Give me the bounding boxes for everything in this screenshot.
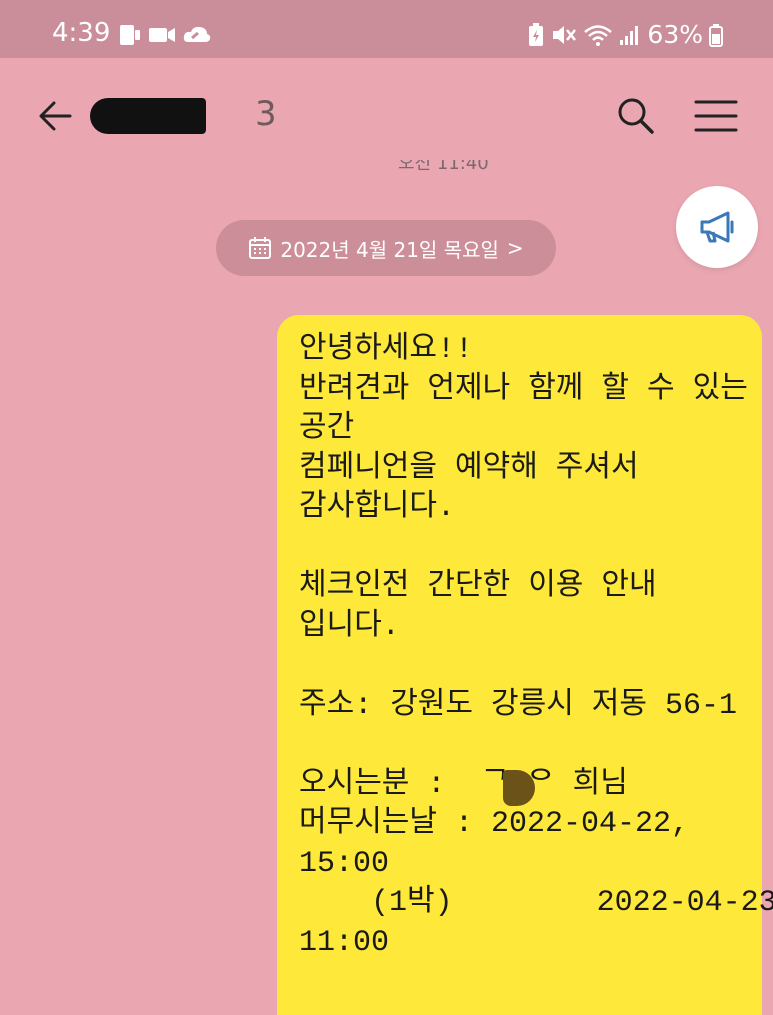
status-bar: 4:39 63% [0, 0, 773, 58]
calendar-icon [249, 237, 272, 259]
previous-message-time: 오전 11:40 [398, 160, 489, 174]
message-text: 안녕하세요!! 반려견과 언제나 함께 할 수 있는 공간 컴페니언을 예약해 … [299, 333, 773, 960]
chat-header: 3 [0, 58, 773, 168]
message-bubble: 안녕하세요!! 반려견과 언제나 함께 할 수 있는 공간 컴페니언을 예약해 … [277, 315, 773, 1015]
back-arrow-icon[interactable] [36, 96, 76, 136]
announcement-button[interactable] [676, 186, 758, 268]
status-left-icons [118, 24, 212, 46]
cloud-icon [183, 26, 211, 42]
phone-icon [120, 25, 140, 45]
mute-icon [553, 25, 577, 44]
battery-saver-icon [529, 22, 544, 46]
chevron-right-icon: > [506, 236, 524, 260]
battery-percent: 63% [647, 20, 703, 49]
camera-icon [149, 28, 175, 42]
wifi-icon [584, 24, 613, 46]
battery-icon [709, 23, 723, 47]
member-count: 3 [255, 94, 277, 134]
date-divider-text: 2022년 4월 21일 목요일 [280, 237, 499, 262]
status-time: 4:39 [52, 18, 111, 48]
date-divider[interactable]: 2022년 4월 21일 목요일 > [216, 220, 556, 276]
search-icon[interactable] [614, 94, 658, 138]
chat-name-redacted [90, 98, 206, 134]
signal-icon [620, 25, 639, 45]
status-right: 63% [527, 20, 723, 49]
megaphone-icon [700, 211, 734, 243]
menu-icon[interactable] [694, 96, 738, 136]
